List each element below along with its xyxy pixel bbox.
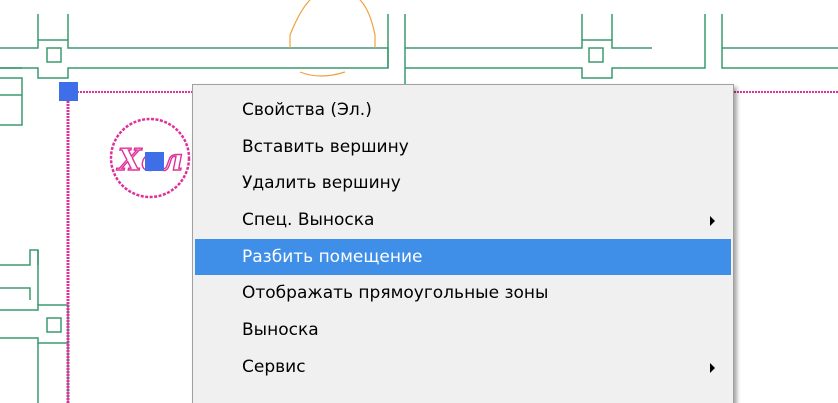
menu-item-label: Сервис [242, 356, 306, 377]
menu-item-label: Спец. Выноска [242, 210, 375, 231]
wall-segment [581, 14, 613, 40]
menu-item-8[interactable]: Сервис [193, 349, 733, 386]
menu-item-6[interactable]: Отображать прямоугольные зоны [193, 275, 733, 312]
door-arcs [289, 0, 376, 77]
column-marker [588, 47, 604, 63]
column-marker [46, 317, 62, 333]
menu-item-4[interactable]: Спец. Выноска [193, 202, 733, 239]
menu-item-label: Вставить вершину [242, 136, 409, 157]
menu-item-3[interactable]: Удалить вершину [193, 165, 733, 202]
menu-item-label: Свойства (Эл.) [242, 100, 372, 120]
menu-item-label: Выноска [242, 320, 319, 341]
cad-viewport[interactable]: Хол Свойства (Эл.)Вставить вершинуУдалит… [0, 0, 838, 403]
wall-segment [387, 14, 706, 95]
tag-grip[interactable] [145, 152, 164, 171]
door-arc [299, 71, 346, 77]
wall-segment [721, 14, 838, 69]
column-marker [46, 47, 62, 63]
wall-segment [37, 14, 69, 40]
menu-item-1[interactable]: Свойства (Эл.) [193, 92, 733, 129]
submenu-arrow-icon [710, 216, 715, 227]
submenu-arrow-icon [710, 362, 715, 373]
menu-item-label: Отображать прямоугольные зоны [242, 283, 549, 304]
door-arc [359, 0, 376, 36]
door-jamb [289, 35, 376, 48]
menu-item-label: Разбить помещение [242, 246, 423, 267]
wall-segment [0, 249, 69, 344]
menu-item-2[interactable]: Вставить вершину [193, 129, 733, 166]
wall-segment [0, 39, 389, 79]
context-menu: Свойства (Эл.) Вставить вершину Удалить ве… [192, 84, 734, 403]
wall-segment [0, 77, 23, 126]
menu-item-5[interactable]: Разбить помещение [195, 238, 731, 276]
menu-item-7[interactable]: Выноска [193, 312, 733, 349]
menu-item-label: Удалить вершину [242, 173, 401, 194]
door-arc [289, 0, 311, 36]
wall-segment [37, 250, 69, 403]
vertex-grip[interactable] [59, 82, 78, 101]
